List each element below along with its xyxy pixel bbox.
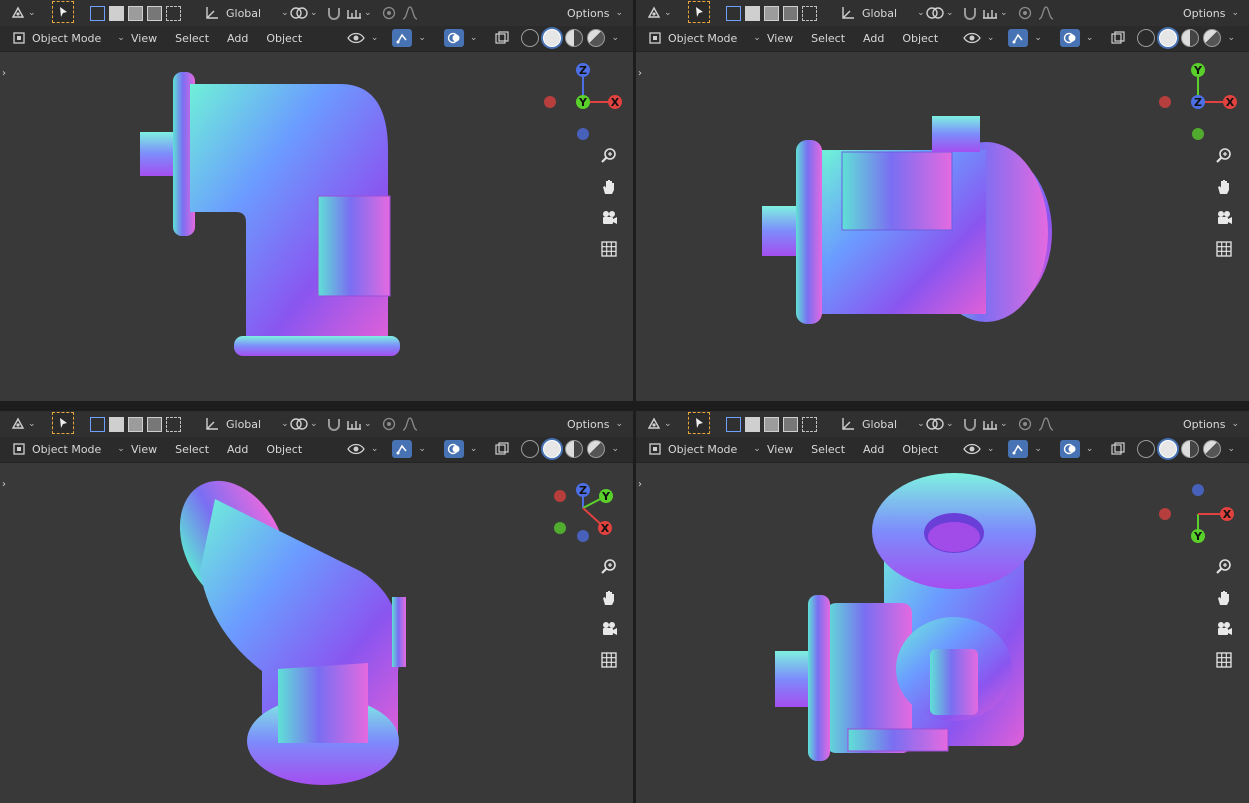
viewport-model[interactable]: [0, 0, 633, 401]
viewport-model[interactable]: [636, 411, 1249, 803]
viewport-model[interactable]: [0, 411, 633, 803]
horizontal-area-split[interactable]: [0, 401, 1249, 411]
viewport-bottom-right[interactable]: ⌄ Global ⌄ ⌄ ⌄ Options ⌄ Object Mode ⌄ V…: [636, 411, 1249, 803]
viewport-top-right[interactable]: ⌄ Global ⌄ ⌄ ⌄ Options ⌄ Object Mode ⌄ V…: [636, 0, 1249, 401]
viewport-bottom-left[interactable]: ⌄ Global ⌄ ⌄ ⌄ Options ⌄ Object Mode ⌄ V…: [0, 411, 633, 803]
viewport-model[interactable]: [636, 0, 1249, 401]
viewport-top-left[interactable]: ⌄ Global ⌄ ⌄ ⌄ Options ⌄ Object Mode ⌄ V…: [0, 0, 633, 401]
